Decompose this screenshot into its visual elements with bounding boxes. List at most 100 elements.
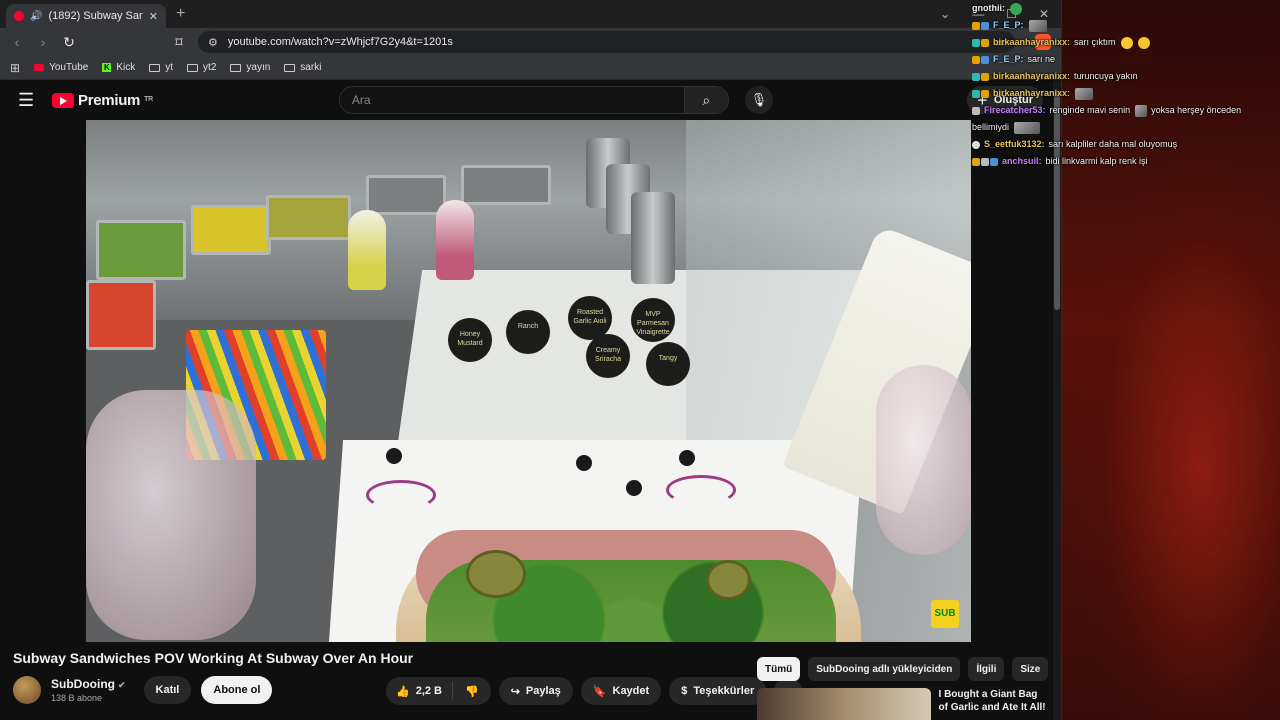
chat-text: sarı ne — [1027, 54, 1056, 64]
video-frame-pan — [86, 280, 156, 350]
video-frame-onion — [666, 475, 736, 505]
tab-title: (1892) Subway Sandwiches P — [48, 10, 142, 22]
chat-username: F_E_P: — [993, 54, 1024, 64]
back-icon[interactable]: ‹ — [10, 34, 24, 50]
join-button[interactable]: Katıl — [143, 676, 192, 704]
search-input[interactable] — [339, 87, 684, 113]
dislike-button[interactable]: 👎 — [453, 685, 491, 698]
bookmark-youtube[interactable]: YouTube — [34, 62, 88, 73]
speaker-icon[interactable]: 🔊 — [30, 11, 42, 22]
emote-icon — [1028, 19, 1047, 32]
chat-username: F_E_P: — [993, 20, 1024, 30]
video-frame-pickle — [706, 560, 751, 600]
bookmark-icon: 🔖 — [592, 685, 607, 698]
video-actions: 👍 2,2 B 👎 ↪Paylaş 🔖Kaydet $Teşekkürler ⋯ — [386, 677, 803, 705]
chip-related[interactable]: İlgili — [968, 657, 1005, 681]
chat-username: S_eetfuk3132: — [984, 139, 1045, 149]
browser-tab[interactable]: 🔊 (1892) Subway Sandwiches P ✕ — [6, 4, 166, 28]
bookmark-page-icon[interactable]: ⌑ — [172, 34, 186, 51]
recommended-title[interactable]: I Bought a Giant Bag of Garlic and Ate I… — [939, 688, 1047, 720]
microphone-icon[interactable]: 🎙 — [744, 86, 773, 114]
chip-all[interactable]: Tümü — [757, 657, 801, 681]
emoji-icon — [1137, 36, 1150, 49]
badge-icon — [972, 55, 980, 64]
verified-icon: ✔ — [117, 680, 126, 690]
chat-message: S_eetfuk3132: sarı kalpliler daha mal ol… — [972, 136, 1272, 153]
bookmark-folder-yayin[interactable]: yayın — [230, 62, 270, 73]
like-dislike-group: 👍 2,2 B 👎 — [386, 677, 491, 705]
chat-message: birkaanhayranixx: sarı çıktım — [972, 34, 1272, 51]
bookmark-folder-sarki[interactable]: sarki — [284, 62, 321, 73]
emote-icon — [1010, 2, 1022, 15]
chat-badges — [972, 106, 980, 115]
video-frame-onion — [366, 480, 436, 510]
recommended-video[interactable]: I Bought a Giant Bag of Garlic and Ate I… — [757, 688, 1047, 720]
chevron-down-icon[interactable]: ⌄ — [940, 7, 950, 21]
video-frame-glove — [876, 365, 971, 555]
browser-window: 🔊 (1892) Subway Sandwiches P ✕ + ⌄ — ☐ ✕… — [0, 0, 1062, 720]
badge-icon — [981, 157, 989, 166]
chat-badges — [972, 89, 989, 98]
site-settings-icon[interactable]: ⚙ — [208, 36, 218, 49]
video-frame-pickle — [466, 550, 526, 598]
tab-strip: 🔊 (1892) Subway Sandwiches P ✕ + ⌄ — ☐ ✕ — [0, 0, 1061, 28]
chat-message: birkaanhayranixx: turuncuya yakın — [972, 68, 1272, 85]
chat-message: Firecatcher53: renginde mavi senin yoksa… — [972, 102, 1272, 119]
youtube-favicon-icon — [14, 11, 24, 21]
new-tab-icon[interactable]: + — [176, 5, 185, 23]
stream-glow — [1075, 160, 1280, 720]
share-button[interactable]: ↪ Paylaş — [498, 677, 573, 705]
thanks-button[interactable]: $ Teşekkürler — [669, 677, 767, 705]
like-button[interactable]: 👍 2,2 B — [386, 682, 453, 700]
channel-watermark-icon[interactable]: SUB — [931, 600, 959, 628]
forward-icon[interactable]: › — [36, 34, 50, 50]
chat-text: turuncuya yakın — [1074, 71, 1138, 81]
close-tab-icon[interactable]: ✕ — [149, 10, 158, 23]
badge-icon — [972, 38, 980, 47]
bookmark-folder-yt[interactable]: yt — [149, 62, 173, 73]
video-frame-pan — [191, 205, 271, 255]
folder-icon — [187, 63, 199, 72]
chat-message: anchsuil: bidi linkvarmi kalp renk işi — [972, 153, 1272, 170]
chat-text: bellimiydi — [972, 122, 1010, 132]
video-frame-sauce: MVP Parmesan Vinaigrette — [631, 298, 675, 342]
thanks-icon: $ — [681, 685, 688, 697]
chat-text: sarı kalpliler daha mal oluyomuş — [1048, 139, 1178, 149]
search-icon[interactable]: ⌕ — [683, 87, 728, 113]
share-icon: ↪ — [510, 685, 520, 698]
menu-icon[interactable]: ☰ — [18, 90, 36, 111]
video-player[interactable]: Honey Mustard Ranch Roasted Garlic Aioli… — [86, 120, 971, 642]
badge-icon — [972, 157, 980, 166]
folder-icon — [149, 63, 161, 72]
subscribe-button[interactable]: Abone ol — [201, 676, 273, 704]
bookmark-folder-yt2[interactable]: yt2 — [187, 62, 216, 73]
chat-message: birkaanhayranixx: — [972, 85, 1272, 102]
recommendation-chips: Tümü SubDooing adlı yükleyiciden İlgili … — [757, 657, 1061, 681]
channel-meta: SubDooing ✔ 138 B abone — [51, 677, 126, 703]
page-scrollbar[interactable] — [1053, 80, 1061, 720]
kick-icon: K — [102, 63, 112, 72]
apps-grid-icon[interactable]: ⊞ — [10, 61, 20, 75]
reload-icon[interactable]: ↻ — [62, 34, 76, 51]
chip-for-you[interactable]: Size — [1012, 657, 1049, 681]
bookmark-kick[interactable]: K Kick — [102, 62, 135, 73]
badge-icon — [981, 55, 989, 64]
badge-icon — [981, 38, 989, 47]
channel-name-container[interactable]: SubDooing ✔ — [51, 677, 126, 691]
badge-icon — [972, 21, 980, 30]
chat-text: yoksa herşey önceden — [1151, 105, 1242, 115]
youtube-premium-logo[interactable]: Premium TR — [52, 92, 153, 109]
chat-username: birkaanhayranixx: — [993, 88, 1071, 98]
search-box: ⌕ — [338, 86, 729, 114]
recommended-thumbnail[interactable] — [757, 688, 931, 720]
chat-badges — [972, 21, 989, 30]
channel-avatar[interactable] — [13, 676, 41, 704]
chat-username: birkaanhayranixx: — [993, 71, 1071, 81]
channel-row: SubDooing ✔ 138 B abone Katıl Abone ol — [13, 676, 273, 704]
save-button[interactable]: 🔖 Kaydet — [580, 677, 662, 705]
chip-from-uploader[interactable]: SubDooing adlı yükleyiciden — [808, 657, 961, 681]
address-bar[interactable]: ⚙ youtube.com/watch?v=zWhjcf7G2y4&t=1201… — [198, 31, 1015, 53]
video-frame-sauce: Creamy Sriracha — [586, 334, 630, 378]
video-frame-olive — [679, 450, 695, 466]
video-frame-bottle — [436, 200, 474, 280]
